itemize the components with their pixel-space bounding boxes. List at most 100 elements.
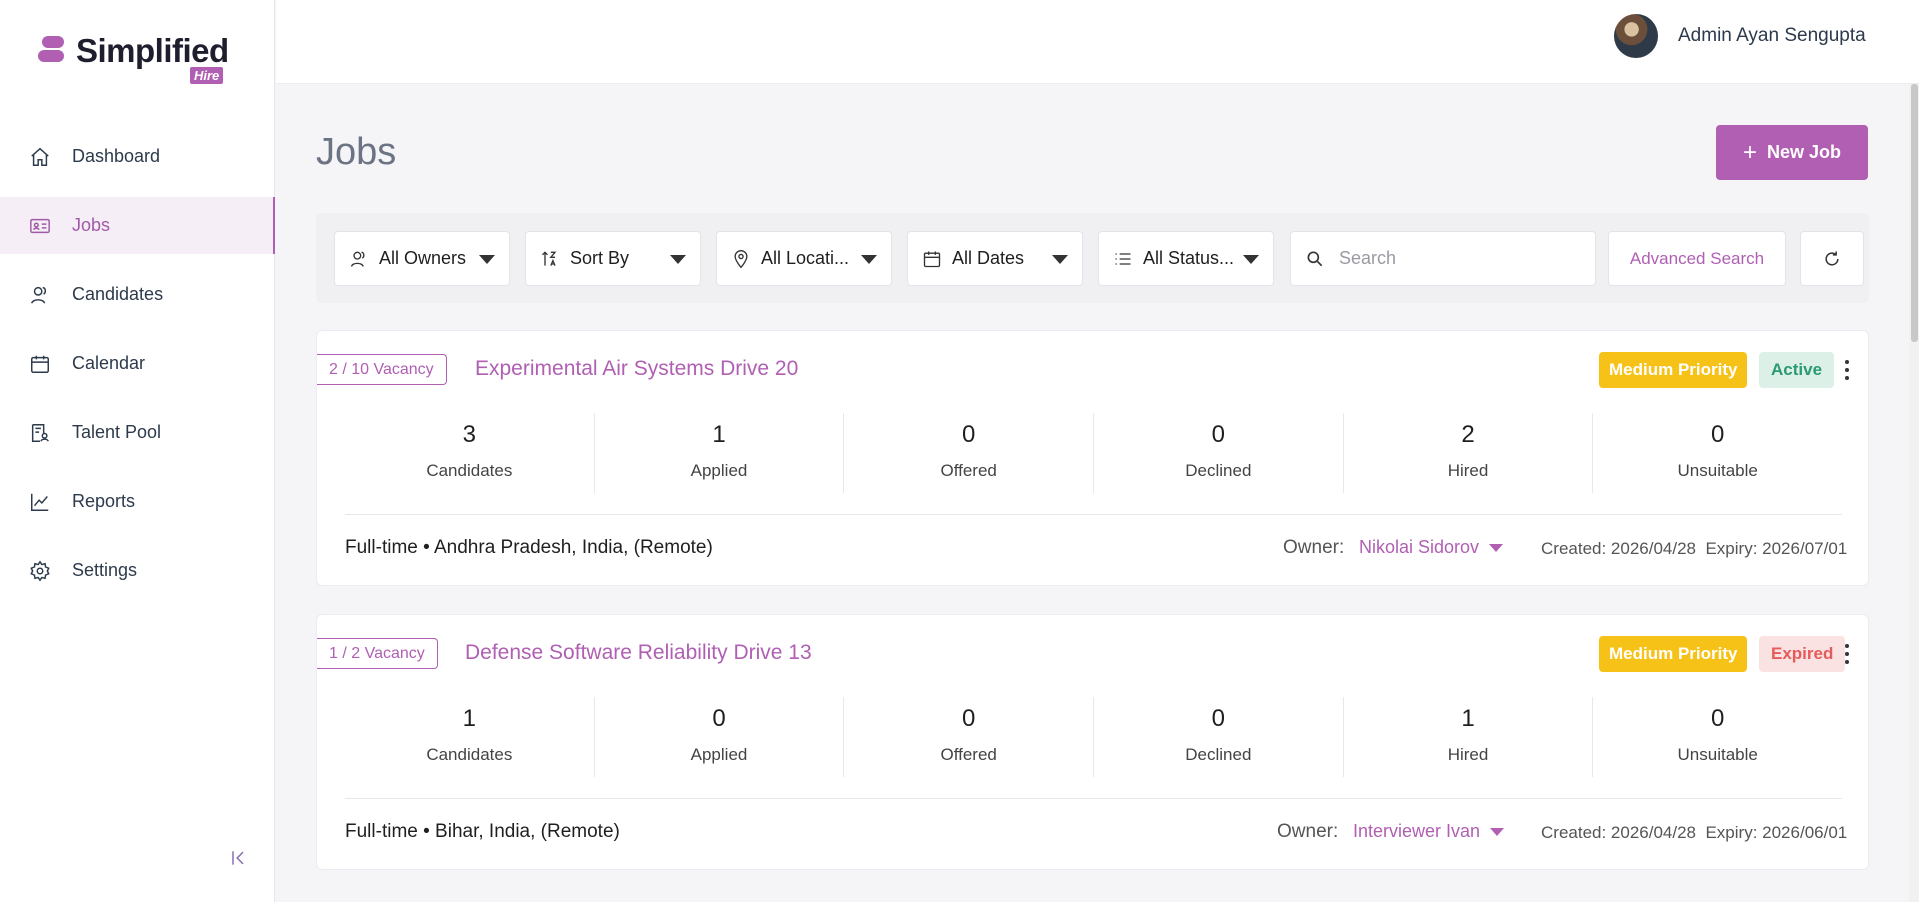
more-options-icon[interactable] <box>1841 357 1853 383</box>
stat-candidates[interactable]: 3 Candidates <box>345 413 595 493</box>
caret-down-icon <box>1490 827 1505 836</box>
calendar-icon <box>28 352 52 376</box>
stat-value: 1 <box>1461 705 1475 732</box>
status-filter-label: All Status... <box>1143 248 1235 268</box>
job-dates: Created: 2026/04/28 Expiry: 2026/06/01 <box>1541 823 1847 843</box>
stat-label: Declined <box>1185 745 1252 764</box>
sidebar-item-label: Calendar <box>72 353 146 373</box>
owner-dropdown[interactable]: Interviewer Ivan <box>1353 821 1505 842</box>
stat-unsuitable[interactable]: 0 Unsuitable <box>1593 697 1842 777</box>
stat-hired[interactable]: 2 Hired <box>1344 413 1594 493</box>
sidebar-item-label: Reports <box>72 491 136 511</box>
stat-applied[interactable]: 1 Applied <box>595 413 845 493</box>
owner-name: Interviewer Ivan <box>1353 821 1481 841</box>
advanced-search-button[interactable]: Advanced Search <box>1608 231 1786 286</box>
stat-unsuitable[interactable]: 0 Unsuitable <box>1593 413 1842 493</box>
job-stats: 3 Candidates 1 Applied 0 Offered 0 Declined … <box>345 413 1842 493</box>
stat-value: 1 <box>712 421 726 448</box>
stat-label: Offered <box>940 461 997 480</box>
page-scrollbar[interactable] <box>1909 84 1919 902</box>
stat-label: Unsuitable <box>1677 461 1758 480</box>
caret-down-icon <box>670 255 686 264</box>
sidebar-item-talent-pool[interactable]: Talent Pool <box>0 404 275 461</box>
sidebar-item-label: Candidates <box>72 284 164 304</box>
sort-filter[interactable]: Sort By <box>525 231 701 286</box>
dates-filter-label: All Dates <box>952 248 1025 268</box>
owner-icon <box>349 249 369 269</box>
job-dates: Created: 2026/04/28 Expiry: 2026/07/01 <box>1541 539 1847 559</box>
stat-label: Declined <box>1185 461 1252 480</box>
user-name[interactable]: Admin Ayan Sengupta <box>1678 25 1866 47</box>
sidebar-item-settings[interactable]: Settings <box>0 542 275 599</box>
stat-value: 0 <box>1711 421 1725 448</box>
location-pin-icon <box>731 249 751 269</box>
sidebar-item-label: Settings <box>72 560 138 580</box>
job-meta: Full-time • Bihar, India, (Remote) <box>345 821 620 842</box>
search-input[interactable] <box>1339 248 1579 269</box>
stat-label: Candidates <box>426 461 513 480</box>
stat-value: 0 <box>962 421 976 448</box>
location-filter[interactable]: All Locati... <box>716 231 892 286</box>
refresh-icon <box>1822 249 1842 269</box>
job-card[interactable]: 1 / 2 Vacancy Defense Software Reliabili… <box>316 614 1869 870</box>
scrollbar-thumb[interactable] <box>1911 84 1918 342</box>
job-meta: Full-time • Andhra Pradesh, India, (Remo… <box>345 537 713 558</box>
status-filter[interactable]: All Status... <box>1098 231 1274 286</box>
stat-value: 2 <box>1461 421 1475 448</box>
stat-applied[interactable]: 0 Applied <box>595 697 845 777</box>
search-icon <box>1305 249 1325 269</box>
collapse-sidebar-icon[interactable] <box>228 848 250 870</box>
brand-logo[interactable]: Simplified Hire <box>38 32 238 88</box>
document-person-icon <box>28 421 52 445</box>
status-badge: Expired <box>1759 636 1846 672</box>
calendar-icon <box>922 249 942 269</box>
logo-mark-icon <box>38 36 64 66</box>
owner-dropdown[interactable]: Nikolai Sidorov <box>1359 537 1504 558</box>
stat-declined[interactable]: 0 Declined <box>1094 413 1344 493</box>
owners-filter[interactable]: All Owners <box>334 231 510 286</box>
stat-candidates[interactable]: 1 Candidates <box>345 697 595 777</box>
stat-hired[interactable]: 1 Hired <box>1344 697 1594 777</box>
owners-filter-label: All Owners <box>379 248 467 268</box>
sidebar-item-reports[interactable]: Reports <box>0 473 275 530</box>
new-job-button[interactable]: + New Job <box>1716 125 1868 180</box>
stat-offered[interactable]: 0 Offered <box>844 413 1095 493</box>
page-title: Jobs <box>316 131 397 173</box>
stat-declined[interactable]: 0 Declined <box>1094 697 1344 777</box>
sidebar-item-label: Dashboard <box>72 146 161 166</box>
refresh-button[interactable] <box>1800 231 1864 286</box>
owner-label: Owner: <box>1277 821 1339 842</box>
caret-down-icon <box>1052 255 1068 264</box>
sidebar-item-jobs[interactable]: Jobs <box>0 197 275 254</box>
sidebar-nav: Dashboard Jobs Candidates Calendar Talen… <box>0 128 275 611</box>
plus-icon: + <box>1742 138 1757 166</box>
caret-down-icon <box>861 255 877 264</box>
list-icon <box>1113 249 1133 269</box>
sidebar-item-calendar[interactable]: Calendar <box>0 335 275 392</box>
sidebar-item-candidates[interactable]: Candidates <box>0 266 275 323</box>
job-title[interactable]: Experimental Air Systems Drive 20 <box>475 357 798 381</box>
home-icon <box>28 145 52 169</box>
stat-label: Unsuitable <box>1677 745 1758 764</box>
sidebar-item-dashboard[interactable]: Dashboard <box>0 128 275 185</box>
dates-filter[interactable]: All Dates <box>907 231 1083 286</box>
main-content: Jobs + New Job All Owners Sort By All Lo… <box>276 85 1919 902</box>
stat-label: Candidates <box>426 745 513 764</box>
new-job-label: New Job <box>1767 142 1842 162</box>
more-options-icon[interactable] <box>1841 641 1853 667</box>
vacancy-badge: 2 / 10 Vacancy <box>317 354 447 385</box>
job-title[interactable]: Defense Software Reliability Drive 13 <box>465 641 812 665</box>
people-icon <box>28 283 52 307</box>
avatar[interactable] <box>1614 14 1658 58</box>
stat-value: 0 <box>962 705 976 732</box>
stat-label: Hired <box>1447 461 1489 480</box>
stat-value: 0 <box>1211 421 1226 448</box>
stat-value: 0 <box>1711 705 1725 732</box>
filter-bar: All Owners Sort By All Locati... All Dat… <box>316 213 1869 303</box>
stat-offered[interactable]: 0 Offered <box>844 697 1095 777</box>
brand-name: Simplified <box>76 32 229 69</box>
search-field[interactable] <box>1290 231 1596 286</box>
job-card[interactable]: 2 / 10 Vacancy Experimental Air Systems … <box>316 330 1869 586</box>
line-chart-icon <box>28 490 52 514</box>
stat-label: Hired <box>1447 745 1489 764</box>
